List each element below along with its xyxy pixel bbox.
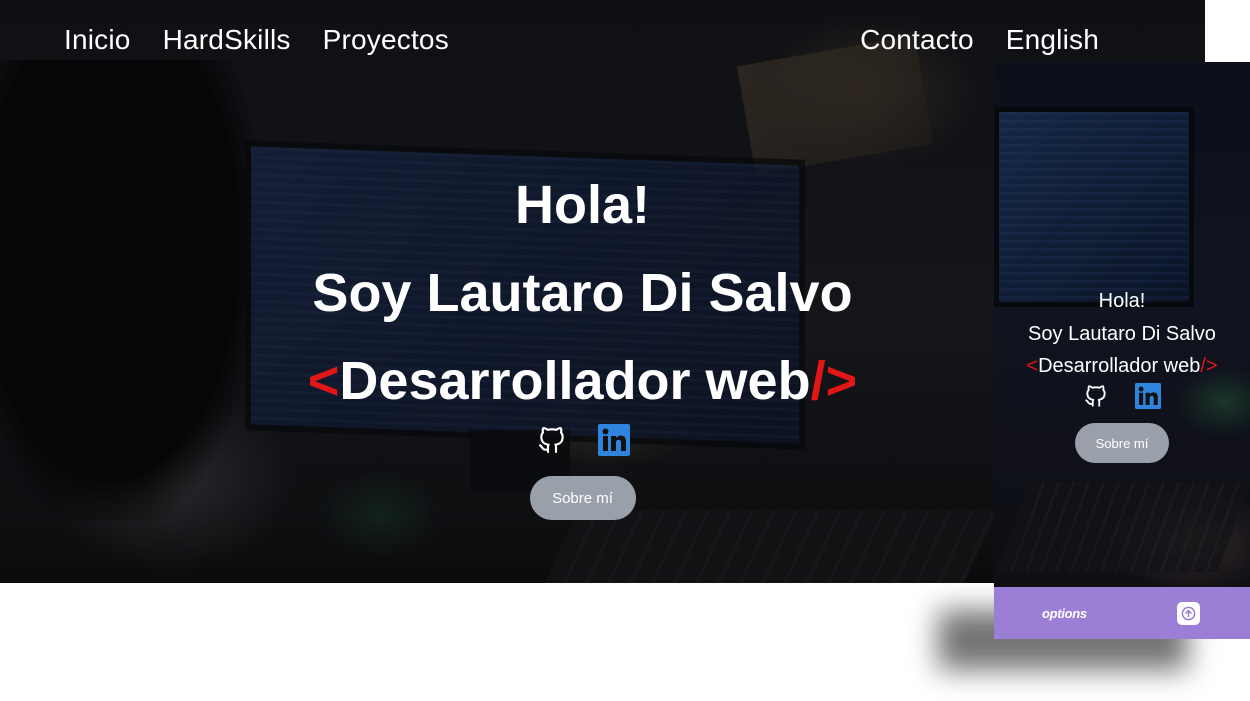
hero-name: Soy Lautaro Di Salvo — [312, 263, 853, 323]
linkedin-icon[interactable] — [1135, 383, 1161, 409]
mobile-options-bar: options — [994, 587, 1250, 639]
role-close-bracket: /> — [810, 351, 858, 411]
github-icon[interactable] — [536, 424, 568, 456]
role-open-bracket: < — [307, 351, 340, 411]
options-button[interactable]: options — [1042, 606, 1087, 621]
mobile-about-button[interactable]: Sobre mí — [1075, 423, 1169, 463]
nav-link-inicio[interactable]: Inicio — [64, 24, 131, 56]
language-toggle[interactable]: English — [1006, 24, 1099, 56]
linkedin-icon[interactable] — [597, 424, 630, 456]
github-icon[interactable] — [1083, 383, 1109, 409]
about-button[interactable]: Sobre mí — [529, 476, 636, 520]
mobile-social-links — [1083, 383, 1161, 409]
nav-right-group: Contacto English — [860, 24, 1099, 56]
mobile-role-text: Desarrollador web — [1038, 355, 1201, 377]
nav-link-proyectos[interactable]: Proyectos — [323, 24, 449, 56]
mobile-role: <Desarrollador web/> — [1026, 353, 1217, 379]
hero-role: <Desarrollador web/> — [308, 346, 857, 416]
arrow-up-icon — [1181, 606, 1196, 620]
hero-content: Hola! Soy Lautaro Di Salvo <Desarrollado… — [0, 170, 1165, 520]
role-text: Desarrollador web — [339, 351, 811, 411]
mobile-name: Soy Lautaro Di Salvo — [1028, 323, 1216, 345]
hero-greeting: Hola! — [515, 175, 650, 235]
nav-link-hardskills[interactable]: HardSkills — [163, 24, 291, 56]
mobile-hero-content: Hola! Soy Lautaro Di Salvo <Desarrollado… — [994, 288, 1250, 463]
page: Inicio HardSkills Proyectos Contacto Eng… — [0, 0, 1250, 701]
mobile-hero: Hola! Soy Lautaro Di Salvo <Desarrollado… — [994, 62, 1250, 587]
nav-left-group: Inicio HardSkills Proyectos — [64, 24, 449, 56]
mobile-role-open-bracket: < — [1026, 355, 1039, 377]
mobile-greeting: Hola! — [1098, 290, 1146, 312]
scroll-top-button[interactable] — [1177, 601, 1200, 625]
mobile-role-close-bracket: /> — [1200, 355, 1218, 377]
nav-link-contacto[interactable]: Contacto — [860, 24, 974, 56]
social-links — [536, 424, 630, 456]
mobile-preview: Hola! Soy Lautaro Di Salvo <Desarrollado… — [994, 62, 1250, 639]
